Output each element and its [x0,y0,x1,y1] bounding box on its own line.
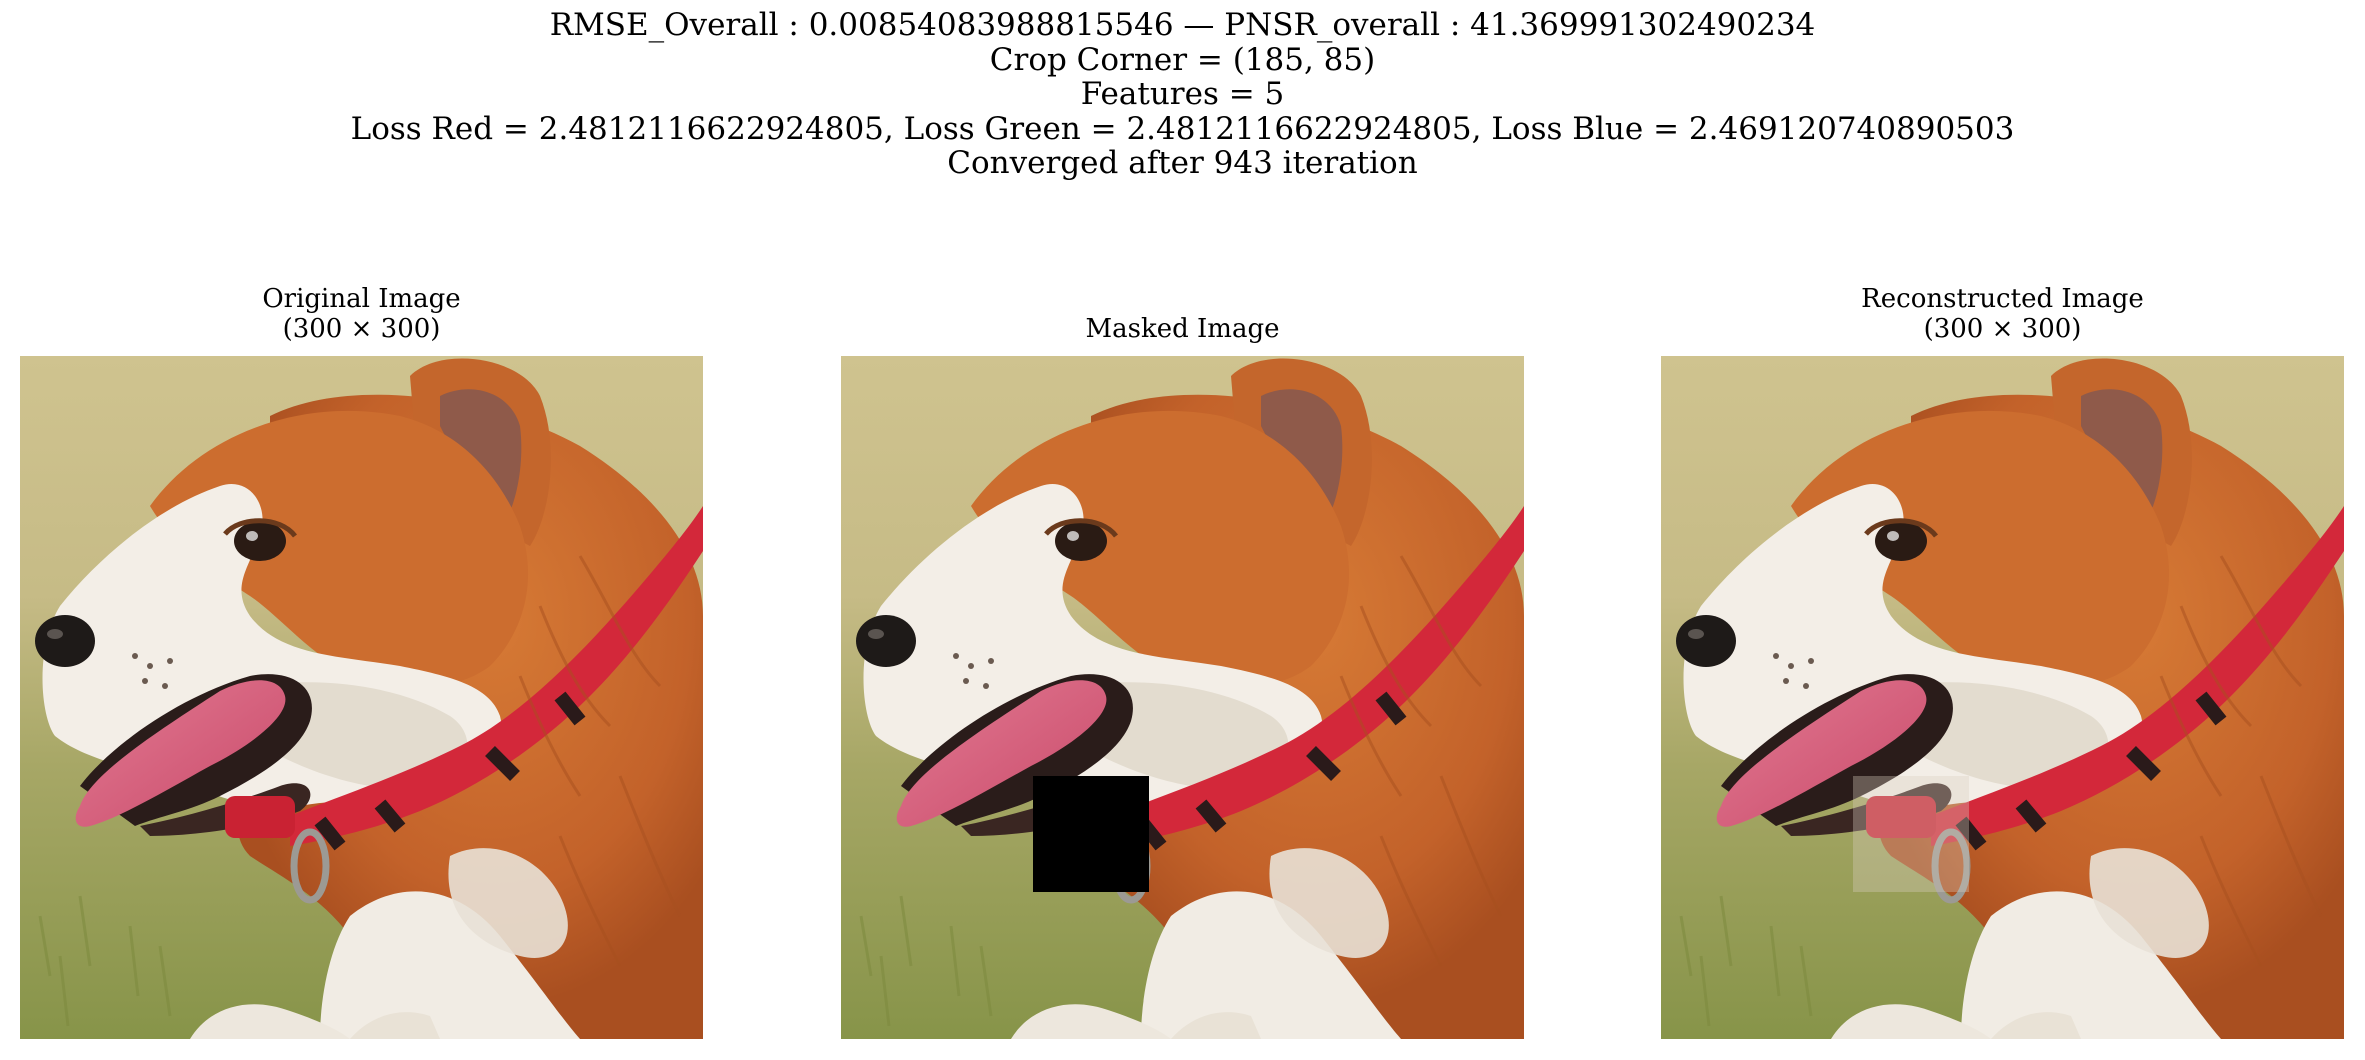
masked-image-title-line1: Masked Image [1085,314,1280,344]
reconstructed-image-title-line1: Reconstructed Image [1861,284,2144,314]
corgi-image-reconstructed [1661,356,2344,1039]
suptitle-line-crop-corner: Crop Corner = (185, 85) [989,41,1376,78]
mask-square [1033,776,1149,892]
original-image-title-line1: Original Image [262,284,461,314]
original-image-title-line2: (300 × 300) [282,314,441,344]
figure-suptitle: RMSE_Overall : 0.00854083988815546 — PNS… [0,8,2365,181]
suptitle-line-losses: Loss Red = 2.4812116622924805, Loss Gree… [350,110,2015,147]
suptitle-line-metrics: RMSE_Overall : 0.00854083988815546 — PNS… [549,7,1816,43]
masked-image [841,356,1524,1039]
original-image-title: Original Image (300 × 300) [20,284,703,344]
reconstructed-region [1853,776,1969,892]
reconstructed-image-title: Reconstructed Image (300 × 300) [1661,284,2344,344]
original-image [20,356,703,1039]
suptitle-line-converged: Converged after 943 iteration [947,145,1418,181]
reconstructed-image-title-line2: (300 × 300) [1923,314,2082,344]
corgi-image-original [20,356,703,1039]
corgi-image-masked [841,356,1524,1039]
masked-image-title: Masked Image [841,314,1524,344]
suptitle-line-features: Features = 5 [1080,76,1285,112]
reconstructed-image [1661,356,2344,1039]
